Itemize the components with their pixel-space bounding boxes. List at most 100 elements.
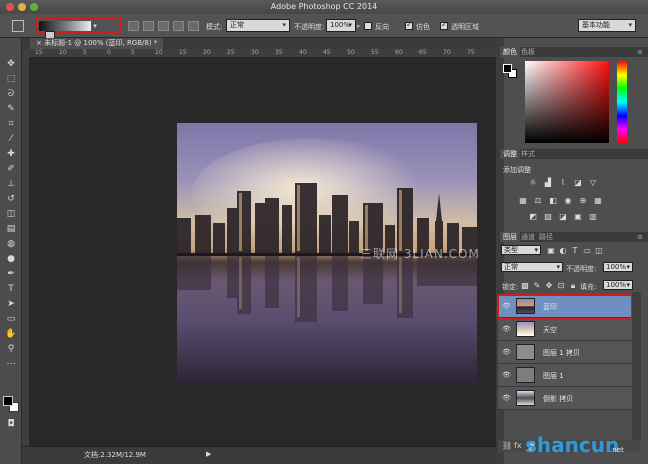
tab-paths[interactable]: 路径: [536, 232, 556, 242]
layers-scrollbar[interactable]: [632, 292, 641, 440]
lock-artboard-icon[interactable]: ⊡: [556, 281, 566, 290]
foreground-color-swatch[interactable]: [3, 396, 13, 406]
close-tab-icon[interactable]: ×: [36, 39, 44, 47]
diamond-gradient-icon[interactable]: [188, 21, 199, 31]
invert-icon[interactable]: ◩: [528, 212, 538, 221]
radial-gradient-icon[interactable]: [143, 21, 154, 31]
marquee-tool-icon[interactable]: ⬚: [5, 73, 17, 85]
quick-mask-icon[interactable]: ◘: [5, 418, 17, 430]
linear-gradient-icon[interactable]: [128, 21, 139, 31]
rectangle-tool-icon[interactable]: ▭: [5, 313, 17, 325]
history-brush-tool-icon[interactable]: ↺: [5, 193, 17, 205]
path-selection-tool-icon[interactable]: ➤: [5, 298, 17, 310]
hue-saturation-icon[interactable]: ▦: [518, 196, 528, 205]
curves-icon[interactable]: ⌇: [558, 178, 568, 187]
angle-gradient-icon[interactable]: [158, 21, 169, 31]
panel-foreground-swatch[interactable]: [503, 64, 512, 73]
lock-position-icon[interactable]: ✥: [544, 281, 554, 290]
quick-select-tool-icon[interactable]: ✎: [5, 103, 17, 115]
tab-adjustments[interactable]: 调整: [500, 149, 520, 159]
layer-row[interactable]: 👁︎ 天空: [498, 318, 632, 341]
tab-layers[interactable]: 图层: [500, 232, 520, 242]
color-balance-icon[interactable]: ⚖: [533, 196, 543, 205]
brightness-icon[interactable]: ☼: [528, 178, 538, 187]
opacity-input[interactable]: 100%: [326, 19, 356, 32]
selective-color-icon[interactable]: ▣: [573, 212, 583, 221]
layer-kind-filter[interactable]: 类型: [501, 245, 541, 255]
visibility-eye-icon[interactable]: 👁︎: [502, 371, 511, 379]
lock-pixels-icon[interactable]: ✎: [532, 281, 542, 290]
chevron-down-icon[interactable]: ▾: [93, 21, 103, 31]
layer-style-icon[interactable]: fx: [514, 441, 522, 450]
blend-mode-select[interactable]: 正常: [501, 262, 563, 272]
color-picker-field[interactable]: [525, 61, 609, 143]
minimize-window-button[interactable]: [18, 3, 26, 11]
levels-icon[interactable]: ▟: [543, 178, 553, 187]
crop-tool-icon[interactable]: ⌗: [5, 118, 17, 130]
lasso-tool-icon[interactable]: ᘐ: [5, 88, 17, 100]
filter-shape-icon[interactable]: ▭: [582, 246, 592, 255]
workspace-select[interactable]: 基本功能: [578, 19, 636, 32]
filter-pixel-icon[interactable]: ▣: [546, 246, 556, 255]
layer-row[interactable]: 👁︎ 倒影 拷贝: [498, 387, 632, 410]
vibrance-icon[interactable]: ▽: [588, 178, 598, 187]
fill-input[interactable]: 100%: [603, 280, 633, 290]
gradient-picker[interactable]: ▾: [36, 18, 122, 41]
layers-panel-menu-icon[interactable]: ≡: [634, 232, 646, 242]
color-lookup-icon[interactable]: ▦: [593, 196, 603, 205]
transparency-checkbox[interactable]: [440, 20, 448, 30]
type-tool-icon[interactable]: T: [5, 283, 17, 295]
visibility-eye-icon[interactable]: 👁︎: [502, 325, 511, 333]
opacity-arrow-icon[interactable]: ▸: [357, 22, 361, 30]
move-tool-icon[interactable]: ✥: [5, 58, 17, 70]
layer-opacity-input[interactable]: 100%: [603, 262, 633, 272]
gradient-swatch[interactable]: [39, 21, 91, 31]
zoom-tool-icon[interactable]: ⚲: [5, 343, 17, 355]
tab-channels[interactable]: 通道: [518, 232, 538, 242]
link-layers-icon[interactable]: ⛓︎: [502, 441, 512, 450]
exposure-icon[interactable]: ◪: [573, 178, 583, 187]
eraser-tool-icon[interactable]: ◫: [5, 208, 17, 220]
visibility-eye-icon[interactable]: 👁︎: [502, 348, 511, 356]
visibility-eye-icon[interactable]: 👁︎: [502, 394, 511, 402]
blur-tool-icon[interactable]: ◍: [5, 238, 17, 250]
pen-tool-icon[interactable]: ✒: [5, 268, 17, 280]
reflected-gradient-icon[interactable]: [173, 21, 184, 31]
clone-stamp-tool-icon[interactable]: ⊥: [5, 178, 17, 190]
lock-transparency-icon[interactable]: ▩: [520, 281, 530, 290]
lock-all-icon[interactable]: 🔒︎: [568, 281, 578, 290]
layer-row[interactable]: 👁︎ 图层 1 拷贝: [498, 341, 632, 364]
tab-swatches[interactable]: 色板: [518, 47, 538, 57]
filter-adjust-icon[interactable]: ◐: [558, 246, 568, 255]
tab-styles[interactable]: 样式: [518, 149, 538, 159]
photo-filter-icon[interactable]: ◉: [563, 196, 573, 205]
zoom-field[interactable]: [28, 451, 68, 461]
status-menu-arrow-icon[interactable]: ▶: [206, 450, 211, 458]
gradient-tool-preset-icon[interactable]: [12, 20, 24, 32]
posterize-icon[interactable]: ▨: [543, 212, 553, 221]
document-tab[interactable]: × 未标题-1 @ 100% (蓝印, RGB/8) *: [30, 38, 164, 49]
brush-tool-icon[interactable]: ✐: [5, 163, 17, 175]
filter-type-icon[interactable]: T: [570, 246, 580, 255]
reverse-label: 反向: [375, 23, 389, 31]
close-window-button[interactable]: [6, 3, 14, 11]
gradient-tool-icon[interactable]: ▤: [5, 223, 17, 235]
hue-slider[interactable]: [617, 61, 627, 143]
layer-row[interactable]: 👁︎ 图层 1: [498, 364, 632, 387]
tab-color[interactable]: 颜色: [500, 47, 520, 57]
dither-checkbox[interactable]: [405, 20, 413, 30]
gradient-map-icon[interactable]: ▥: [588, 212, 598, 221]
hand-tool-icon[interactable]: ✋: [5, 328, 17, 340]
panel-menu-icon[interactable]: ≡: [634, 47, 646, 57]
maximize-window-button[interactable]: [30, 3, 38, 11]
dodge-tool-icon[interactable]: ●: [5, 253, 17, 265]
filter-smart-icon[interactable]: ◫: [594, 246, 604, 255]
eyedropper-tool-icon[interactable]: ⁄: [5, 133, 17, 145]
healing-brush-tool-icon[interactable]: ✚: [5, 148, 17, 160]
reverse-checkbox[interactable]: [364, 22, 372, 30]
channel-mixer-icon[interactable]: ⊕: [578, 196, 588, 205]
threshold-icon[interactable]: ◪: [558, 212, 568, 221]
black-white-icon[interactable]: ◧: [548, 196, 558, 205]
more-tools-icon[interactable]: …: [5, 356, 17, 368]
mode-select[interactable]: 正常: [226, 19, 290, 32]
